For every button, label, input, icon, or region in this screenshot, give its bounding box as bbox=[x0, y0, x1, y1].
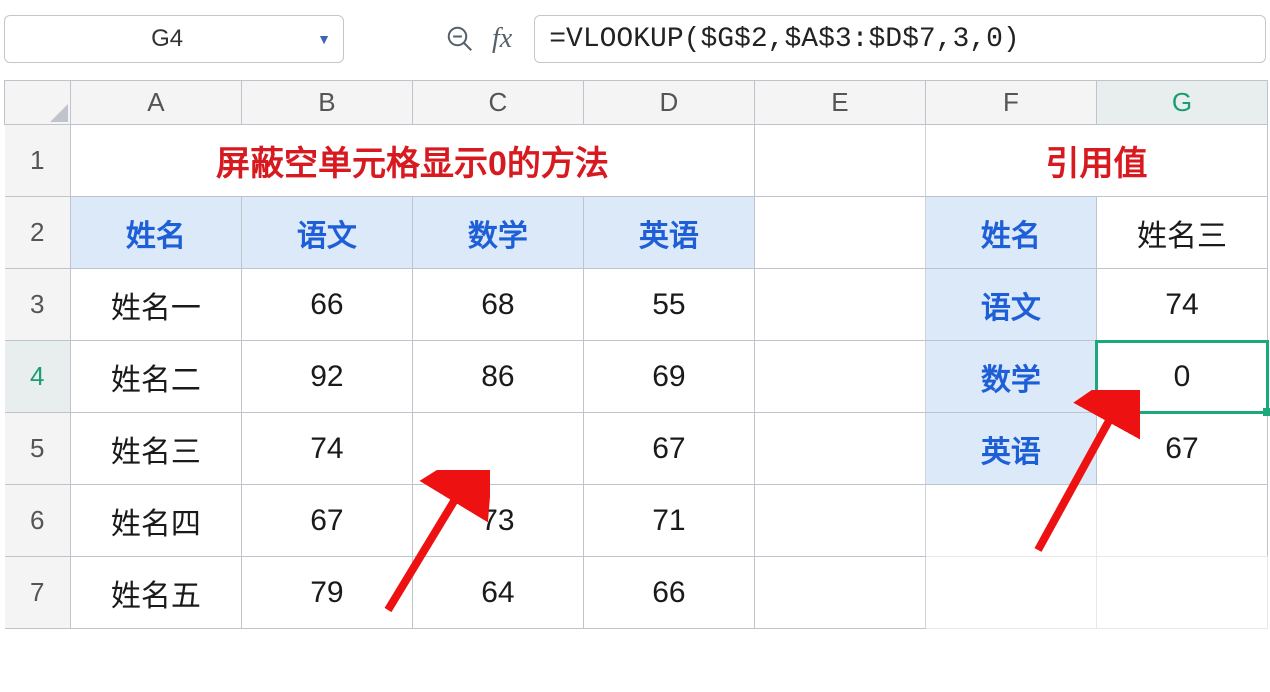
cell-G6[interactable] bbox=[1096, 485, 1267, 557]
right-label-1[interactable]: 语文 bbox=[925, 269, 1096, 341]
row-header-1[interactable]: 1 bbox=[5, 125, 71, 197]
cell-B7[interactable]: 79 bbox=[241, 557, 412, 629]
cell-E5[interactable] bbox=[754, 413, 925, 485]
cell-A7[interactable]: 姓名五 bbox=[70, 557, 241, 629]
cell-E2[interactable] bbox=[754, 197, 925, 269]
left-title[interactable]: 屏蔽空单元格显示0的方法 bbox=[70, 125, 754, 197]
cell-D3[interactable]: 55 bbox=[583, 269, 754, 341]
col-header-D[interactable]: D bbox=[583, 81, 754, 125]
cell-G7[interactable] bbox=[1096, 557, 1267, 629]
cell-B5[interactable]: 74 bbox=[241, 413, 412, 485]
right-label-3[interactable]: 英语 bbox=[925, 413, 1096, 485]
row-header-7[interactable]: 7 bbox=[5, 557, 71, 629]
col-header-C[interactable]: C bbox=[412, 81, 583, 125]
cell-E3[interactable] bbox=[754, 269, 925, 341]
name-box-value: G4 bbox=[17, 25, 317, 53]
cell-A4[interactable]: 姓名二 bbox=[70, 341, 241, 413]
zoom-out-icon[interactable] bbox=[442, 21, 478, 57]
formula-input[interactable] bbox=[534, 15, 1266, 63]
cell-B6[interactable]: 67 bbox=[241, 485, 412, 557]
cell-E7[interactable] bbox=[754, 557, 925, 629]
cell-B4[interactable]: 92 bbox=[241, 341, 412, 413]
cell-B3[interactable]: 66 bbox=[241, 269, 412, 341]
formula-bar: G4 ▼ fx bbox=[0, 0, 1270, 70]
right-value-0[interactable]: 姓名三 bbox=[1096, 197, 1267, 269]
column-header-row: A B C D E F G bbox=[5, 81, 1268, 125]
right-value-2[interactable]: 0 bbox=[1096, 341, 1267, 413]
col-header-E[interactable]: E bbox=[754, 81, 925, 125]
cell-F7[interactable] bbox=[925, 557, 1096, 629]
left-header-1[interactable]: 语文 bbox=[241, 197, 412, 269]
select-all-corner[interactable] bbox=[5, 81, 71, 125]
col-header-F[interactable]: F bbox=[925, 81, 1096, 125]
right-title[interactable]: 引用值 bbox=[925, 125, 1267, 197]
chevron-down-icon[interactable]: ▼ bbox=[317, 31, 331, 47]
cell-E1[interactable] bbox=[754, 125, 925, 197]
row-header-5[interactable]: 5 bbox=[5, 413, 71, 485]
cell-F6[interactable] bbox=[925, 485, 1096, 557]
right-label-2[interactable]: 数学 bbox=[925, 341, 1096, 413]
right-label-0[interactable]: 姓名 bbox=[925, 197, 1096, 269]
cell-C3[interactable]: 68 bbox=[412, 269, 583, 341]
cell-D6[interactable]: 71 bbox=[583, 485, 754, 557]
right-value-1[interactable]: 74 bbox=[1096, 269, 1267, 341]
cell-A6[interactable]: 姓名四 bbox=[70, 485, 241, 557]
right-value-3[interactable]: 67 bbox=[1096, 413, 1267, 485]
cell-E4[interactable] bbox=[754, 341, 925, 413]
col-header-G[interactable]: G bbox=[1096, 81, 1267, 125]
name-box[interactable]: G4 ▼ bbox=[4, 15, 344, 63]
left-header-0[interactable]: 姓名 bbox=[70, 197, 241, 269]
cell-D7[interactable]: 66 bbox=[583, 557, 754, 629]
left-header-2[interactable]: 数学 bbox=[412, 197, 583, 269]
left-header-3[interactable]: 英语 bbox=[583, 197, 754, 269]
cell-D4[interactable]: 69 bbox=[583, 341, 754, 413]
row-header-3[interactable]: 3 bbox=[5, 269, 71, 341]
cell-C4[interactable]: 86 bbox=[412, 341, 583, 413]
spreadsheet-grid[interactable]: A B C D E F G 1 屏蔽空单元格显示0的方法 引用值 2 姓名 语文… bbox=[0, 80, 1270, 629]
cell-D5[interactable]: 67 bbox=[583, 413, 754, 485]
cell-A5[interactable]: 姓名三 bbox=[70, 413, 241, 485]
row-header-4[interactable]: 4 bbox=[5, 341, 71, 413]
cell-E6[interactable] bbox=[754, 485, 925, 557]
col-header-B[interactable]: B bbox=[241, 81, 412, 125]
row-header-6[interactable]: 6 bbox=[5, 485, 71, 557]
fx-button[interactable]: fx bbox=[492, 23, 512, 55]
cell-C7[interactable]: 64 bbox=[412, 557, 583, 629]
cell-A3[interactable]: 姓名一 bbox=[70, 269, 241, 341]
cell-C6[interactable]: 73 bbox=[412, 485, 583, 557]
cell-C5[interactable] bbox=[412, 413, 583, 485]
col-header-A[interactable]: A bbox=[70, 81, 241, 125]
row-header-2[interactable]: 2 bbox=[5, 197, 71, 269]
